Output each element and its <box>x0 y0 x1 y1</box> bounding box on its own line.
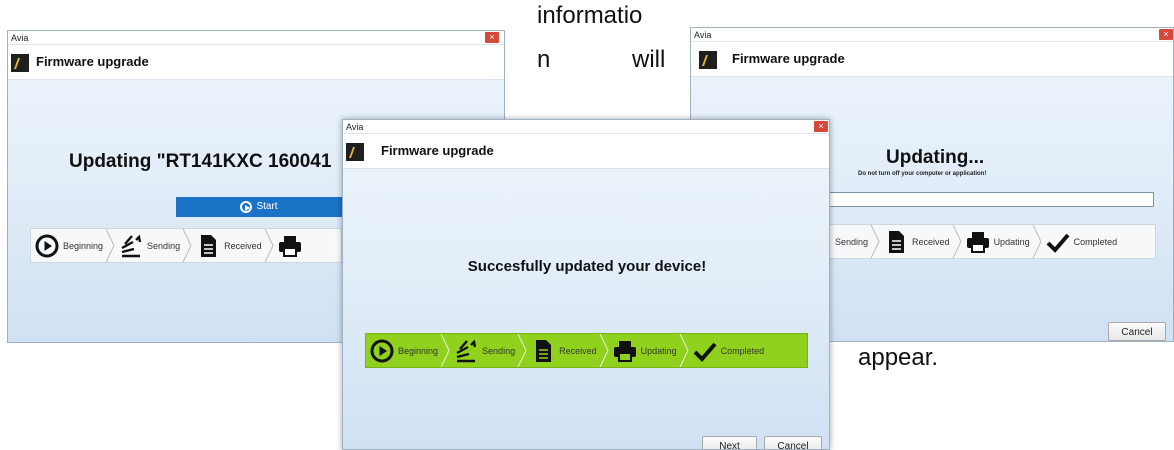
close-button[interactable]: × <box>1159 29 1173 40</box>
chevron-right-icon <box>517 334 527 367</box>
step-beginning: Beginning <box>366 334 450 367</box>
step-received: Received <box>880 225 962 258</box>
step-received: Received <box>192 229 274 262</box>
doc-text-n: n <box>537 46 551 73</box>
doc-text-appear: appear. <box>858 344 939 371</box>
step-label: Beginning <box>63 240 104 251</box>
window-title: Avia <box>694 30 712 40</box>
document-icon <box>201 234 217 257</box>
cancel-button[interactable]: Cancel <box>1108 322 1166 341</box>
step-updating <box>274 229 314 262</box>
chevron-right-icon <box>264 229 274 262</box>
warning-text: Do not turn off your computer or applica… <box>858 171 987 177</box>
progress-steps: Beginning Sending Received Updating Comp… <box>365 333 808 368</box>
titlebar: Avia <box>343 120 829 134</box>
header-title: Firmware upgrade <box>381 143 494 158</box>
window-center: Avia × Firmware upgrade Succesfully upda… <box>342 119 830 450</box>
chevron-right-icon <box>952 225 962 258</box>
titlebar: Avia <box>8 31 504 45</box>
step-label: Updating <box>640 345 677 356</box>
chevron-right-icon <box>105 229 115 262</box>
chevron-right-icon <box>679 334 689 367</box>
doc-text-informatio: informatio <box>537 2 643 29</box>
header-title: Firmware upgrade <box>36 54 149 69</box>
close-button[interactable]: × <box>485 32 499 43</box>
play-circle-icon <box>35 234 59 257</box>
step-sending: Sending <box>827 225 880 258</box>
chevron-right-icon <box>599 334 609 367</box>
step-label: Received <box>224 240 262 251</box>
close-button[interactable]: × <box>814 121 828 132</box>
printer-icon <box>278 235 301 257</box>
doc-text-will: will <box>632 46 666 73</box>
start-button[interactable]: Start <box>176 197 342 217</box>
printer-icon <box>966 231 989 253</box>
document-icon <box>889 230 905 253</box>
header: Firmware upgrade <box>691 42 1173 77</box>
chevron-right-icon <box>182 229 192 262</box>
firmware-app-icon <box>346 143 364 161</box>
step-label: Received <box>912 236 950 247</box>
step-label: Received <box>559 345 597 356</box>
chevron-right-icon <box>870 225 880 258</box>
progress-steps: Sending Received Updating Completed <box>826 224 1156 259</box>
step-updating: Updating <box>609 334 689 367</box>
status-message: Updating "RT141KXC 160041 <box>69 151 332 172</box>
window-title: Avia <box>346 122 364 132</box>
step-label: Sending <box>835 236 869 247</box>
step-sending: Sending <box>450 334 527 367</box>
step-received: Received <box>527 334 609 367</box>
step-label: Beginning <box>398 345 439 356</box>
checkmark-icon <box>693 342 717 362</box>
step-label: Updating <box>993 236 1030 247</box>
sending-stack-icon <box>121 234 142 257</box>
header: Firmware upgrade <box>343 134 829 169</box>
status-message: Updating... <box>886 147 985 168</box>
step-label: Sending <box>147 240 181 251</box>
header: Firmware upgrade <box>8 45 504 80</box>
step-label: Completed <box>720 345 765 356</box>
header-title: Firmware upgrade <box>732 51 845 66</box>
status-message: Succesfully updated your device! <box>467 258 707 275</box>
checkmark-icon <box>1046 233 1070 253</box>
play-circle-icon <box>240 201 253 213</box>
chevron-right-icon <box>440 334 450 367</box>
document-icon <box>536 339 552 362</box>
step-sending: Sending <box>115 229 192 262</box>
firmware-app-icon <box>11 54 29 72</box>
step-beginning: Beginning <box>31 229 115 262</box>
progress-bar <box>826 192 1154 207</box>
progress-steps: Beginning Sending Received <box>30 228 342 263</box>
sending-stack-icon <box>456 339 477 362</box>
window-title: Avia <box>11 33 29 43</box>
firmware-app-icon <box>699 51 717 69</box>
step-completed: Completed <box>689 334 777 367</box>
step-completed: Completed <box>1042 225 1130 258</box>
chevron-right-icon <box>1032 225 1042 258</box>
step-label: Completed <box>1073 236 1118 247</box>
play-circle-icon <box>370 339 394 362</box>
step-label: Sending <box>482 345 516 356</box>
printer-icon <box>613 340 636 362</box>
step-updating: Updating <box>962 225 1042 258</box>
next-button[interactable]: Next <box>702 436 757 449</box>
cancel-button[interactable]: Cancel <box>764 436 822 449</box>
start-label: Start <box>256 201 278 212</box>
titlebar: Avia <box>691 28 1173 42</box>
